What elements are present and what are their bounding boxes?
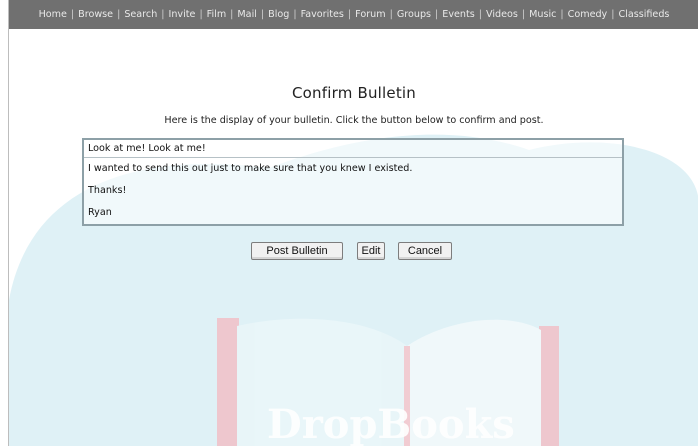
- bulletin-body-line: I wanted to send this out just to make s…: [88, 163, 413, 174]
- nav-separator: |: [161, 9, 165, 20]
- nav-item-events[interactable]: Events: [442, 9, 474, 20]
- nav-separator: |: [560, 9, 564, 20]
- nav-separator: |: [293, 9, 297, 20]
- nav-separator: |: [435, 9, 439, 20]
- nav-item-home[interactable]: Home: [39, 9, 67, 20]
- nav-item-videos[interactable]: Videos: [486, 9, 518, 20]
- nav-item-film[interactable]: Film: [207, 9, 227, 20]
- nav-separator: |: [199, 9, 203, 20]
- nav-item-forum[interactable]: Forum: [355, 9, 385, 20]
- bulletin-body-line: Ryan: [88, 207, 112, 218]
- nav-separator: |: [521, 9, 526, 20]
- nav-item-music[interactable]: Music: [529, 9, 556, 20]
- nav-separator: |: [478, 9, 482, 20]
- page-frame: DropBooks Home | Browse | Search | Invite | Film…: [8, 0, 698, 446]
- nav-item-invite[interactable]: Invite: [169, 9, 196, 20]
- nav-item-browse[interactable]: Browse: [78, 9, 113, 20]
- nav-separator: |: [117, 9, 121, 20]
- nav-item-groups[interactable]: Groups: [397, 9, 431, 20]
- dropbooks-logo-text: DropBooks: [267, 401, 515, 446]
- nav-item-comedy[interactable]: Comedy: [568, 9, 608, 20]
- nav-item-mail[interactable]: Mail: [237, 9, 257, 20]
- top-navigation: Home | Browse | Search | Invite | Film | Mail | Blog…: [9, 0, 698, 29]
- nav-separator: |: [611, 9, 615, 20]
- page-title: Confirm Bulletin: [291, 84, 416, 102]
- bulletin-body-line: Thanks!: [88, 185, 127, 196]
- nav-separator: |: [260, 9, 265, 20]
- nav-separator: |: [230, 9, 234, 20]
- edit-button[interactable]: Edit: [357, 242, 385, 260]
- nav-item-search[interactable]: Search: [124, 9, 157, 20]
- post-bulletin-button[interactable]: Post Bulletin: [251, 242, 343, 260]
- page-instructions: Here is the display of your bulletin. Cl…: [164, 115, 544, 126]
- nav-separator: |: [347, 9, 352, 20]
- nav-separator: |: [389, 9, 393, 20]
- nav-separator: |: [70, 9, 75, 20]
- bulletin-preview-box: Look at me! Look at me! I wanted to send…: [82, 138, 624, 226]
- bulletin-subject: Look at me! Look at me!: [84, 140, 622, 158]
- nav-item-blog[interactable]: Blog: [268, 9, 289, 20]
- cancel-button[interactable]: Cancel: [398, 242, 452, 260]
- nav-item-favorites[interactable]: Favorites: [301, 9, 344, 20]
- bulletin-body: I wanted to send this out just to make s…: [84, 158, 622, 220]
- nav-item-classifieds[interactable]: Classifieds: [618, 9, 669, 20]
